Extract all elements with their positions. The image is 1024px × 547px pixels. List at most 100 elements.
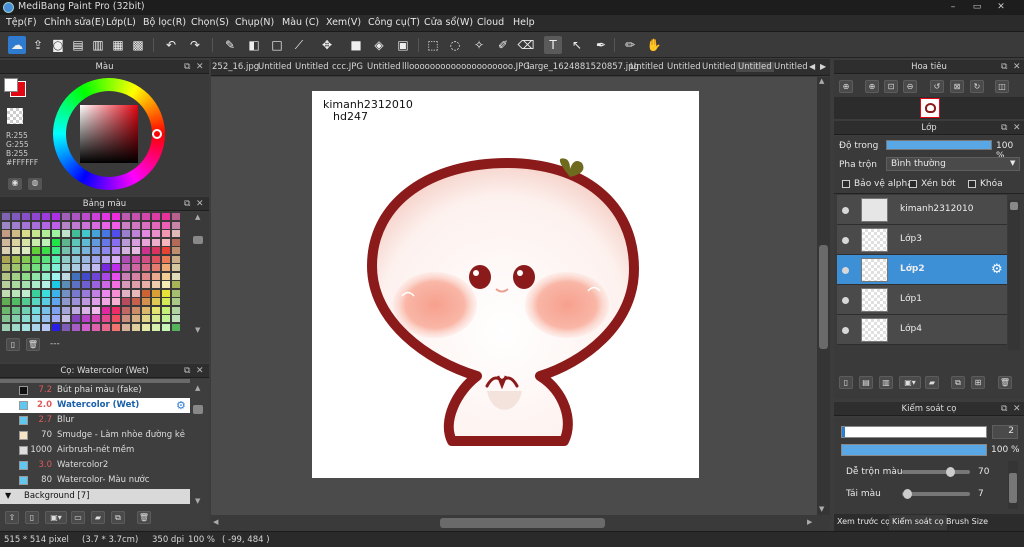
palette-swatch[interactable]: [162, 238, 170, 246]
palette-swatch[interactable]: [142, 213, 150, 220]
palette-swatch[interactable]: [132, 298, 140, 305]
palette-swatch[interactable]: [102, 306, 110, 314]
scroll-down-icon[interactable]: ▼: [195, 326, 200, 334]
palette-swatch[interactable]: [22, 281, 30, 288]
palette-swatch[interactable]: [152, 221, 160, 229]
palette-swatch[interactable]: [172, 289, 180, 297]
palette-swatch[interactable]: [2, 281, 10, 288]
palette-swatch[interactable]: [172, 264, 180, 271]
palette-swatch[interactable]: [162, 213, 170, 220]
transparent-color-swatch[interactable]: [7, 108, 23, 124]
palette-swatch[interactable]: [52, 230, 60, 237]
palette-swatch[interactable]: [62, 323, 70, 331]
tab-prev-icon[interactable]: ◀: [809, 62, 815, 71]
rectangle-icon[interactable]: □: [268, 36, 286, 54]
palette-switch-icon[interactable]: ◍: [28, 178, 42, 190]
palette-swatch[interactable]: [122, 230, 130, 237]
palette-swatch[interactable]: [62, 264, 70, 271]
palette-swatch[interactable]: [152, 230, 160, 237]
palette-swatch[interactable]: [12, 323, 20, 331]
palette-swatch[interactable]: [2, 264, 10, 271]
palette-swatch[interactable]: [152, 289, 160, 297]
menu-window[interactable]: Cửa sổ(W): [424, 17, 473, 28]
palette-swatch[interactable]: [172, 221, 180, 229]
drawing-paper[interactable]: kimanh2312010 hd247: [312, 91, 699, 478]
palette-swatch[interactable]: [22, 289, 30, 297]
brush-item-selected[interactable]: 2.0 Watercolor (Wet) ⚙: [0, 398, 190, 413]
palette-swatch[interactable]: [152, 264, 160, 271]
palette-swatch[interactable]: [42, 230, 50, 237]
palette-swatch[interactable]: [32, 264, 40, 271]
palette-swatch[interactable]: [152, 238, 160, 246]
select-pen-icon[interactable]: ✐: [494, 36, 512, 54]
tab-doc-5[interactable]: Untitled: [367, 62, 401, 72]
palette-swatch[interactable]: [122, 238, 130, 246]
palette-swatch[interactable]: [92, 213, 100, 220]
menu-file[interactable]: Tệp(F): [6, 17, 37, 28]
palette-swatch[interactable]: [22, 298, 30, 305]
palette-swatch[interactable]: [172, 281, 180, 288]
layer-row[interactable]: kimanh2312010: [837, 195, 1007, 225]
palette-swatch[interactable]: [82, 272, 90, 280]
select-rect-icon[interactable]: ⬚: [424, 36, 442, 54]
palette-swatch[interactable]: [112, 272, 120, 280]
palette-swatch[interactable]: [172, 238, 180, 246]
palette-swatch[interactable]: [142, 306, 150, 314]
palette-swatch[interactable]: [102, 230, 110, 237]
flip-icon[interactable]: ◫: [995, 80, 1009, 93]
brush-scrollbar[interactable]: [193, 405, 203, 414]
palette-swatch[interactable]: [142, 315, 150, 322]
hand-icon[interactable]: ✋: [645, 36, 663, 54]
palette-swatch[interactable]: [112, 315, 120, 322]
palette-swatch[interactable]: [2, 255, 10, 263]
palette-swatch[interactable]: [62, 255, 70, 263]
palette-swatch[interactable]: [12, 221, 20, 229]
palette-swatch[interactable]: [142, 238, 150, 246]
layer-row[interactable]: Lớp3: [837, 225, 1007, 255]
palette-swatch[interactable]: [112, 306, 120, 314]
palette-swatch[interactable]: [42, 255, 50, 263]
brush-size-value[interactable]: 2: [992, 425, 1018, 439]
new-brush-icon[interactable]: ▯: [25, 511, 39, 524]
blend-mode-select[interactable]: Bình thường ▼: [886, 157, 1020, 171]
palette-swatch[interactable]: [142, 298, 150, 305]
palette-swatch[interactable]: [132, 323, 140, 331]
palette-swatch[interactable]: [12, 281, 20, 288]
palette-swatch[interactable]: [132, 230, 140, 237]
fit-icon[interactable]: ⊡: [884, 80, 898, 93]
undo-icon[interactable]: ↶: [162, 36, 180, 54]
palette-swatch[interactable]: [22, 315, 30, 322]
tab-doc-10[interactable]: Untitled: [702, 62, 736, 72]
mix-slider-track[interactable]: [902, 467, 970, 477]
pen-icon[interactable]: ✏: [621, 36, 639, 54]
palette-swatch[interactable]: [172, 247, 180, 254]
text-icon[interactable]: T: [544, 36, 562, 54]
brush-item[interactable]: 1000 Airbrush-nét mềm: [0, 443, 190, 458]
palette-swatch[interactable]: [162, 247, 170, 254]
palette-swatch[interactable]: [82, 289, 90, 297]
palette-swatch[interactable]: [52, 272, 60, 280]
gradient-icon[interactable]: ▣: [394, 36, 412, 54]
tab-doc-9[interactable]: Untitled: [667, 62, 701, 72]
new-halftone-layer-icon[interactable]: ▤: [859, 376, 873, 389]
redo-icon[interactable]: ↷: [186, 36, 204, 54]
palette-swatch[interactable]: [102, 247, 110, 254]
cloud-icon[interactable]: ☁: [8, 36, 26, 54]
palette-swatch[interactable]: [102, 264, 110, 271]
palette-swatch[interactable]: [122, 315, 130, 322]
palette-swatch[interactable]: [162, 264, 170, 271]
select-eraser-icon[interactable]: ⌫: [517, 36, 535, 54]
palette-swatch[interactable]: [142, 272, 150, 280]
palette-swatch[interactable]: [152, 255, 160, 263]
palette-swatch[interactable]: [72, 264, 80, 271]
brush-item[interactable]: 2.7 Blur: [0, 413, 190, 428]
palette-swatch[interactable]: [92, 221, 100, 229]
scroll-up-icon[interactable]: ▲: [195, 384, 200, 392]
palette-swatch[interactable]: [162, 306, 170, 314]
menu-edit[interactable]: Chỉnh sửa(E): [44, 17, 105, 28]
palette-swatch[interactable]: [102, 315, 110, 322]
menu-help[interactable]: Help: [513, 17, 535, 28]
tab-doc-6[interactable]: llloooooooooooooooooooo.JPG: [402, 62, 530, 72]
palette-swatch[interactable]: [32, 255, 40, 263]
palette-swatch[interactable]: [2, 221, 10, 229]
